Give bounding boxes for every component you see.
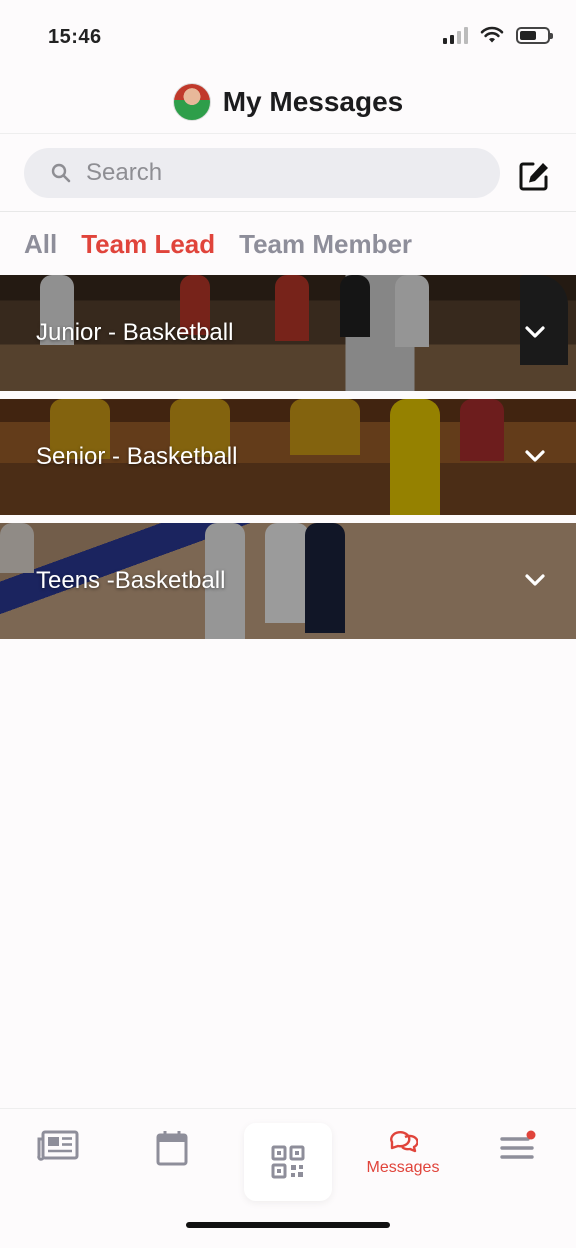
group-item-junior-basketball[interactable]: Junior - Basketball	[0, 275, 576, 391]
filter-tabs: All Team Lead Team Member	[0, 213, 576, 275]
nav-messages-label: Messages	[366, 1159, 440, 1176]
group-title: Junior - Basketball	[36, 319, 234, 346]
home-indicator	[186, 1222, 390, 1228]
wifi-icon	[480, 26, 504, 43]
nav-menu[interactable]	[470, 1129, 566, 1199]
nav-calendar[interactable]	[124, 1129, 220, 1199]
search-row	[0, 134, 576, 212]
tab-team-member[interactable]: Team Member	[239, 229, 412, 260]
avatar[interactable]	[172, 82, 211, 121]
qr-code-icon	[271, 1145, 305, 1179]
cellular-signal-icon	[443, 26, 468, 44]
group-title: Teens -Basketball	[36, 567, 226, 594]
qr-code-button[interactable]	[244, 1123, 332, 1201]
page-title: My Messages	[222, 85, 404, 117]
menu-icon	[500, 1130, 536, 1159]
nav-messages[interactable]: Messages	[355, 1129, 451, 1199]
chevron-down-icon[interactable]	[522, 567, 548, 593]
compose-icon	[519, 162, 548, 191]
status-icons	[443, 26, 553, 44]
calendar-icon	[156, 1131, 188, 1166]
header: My Messages	[0, 70, 576, 134]
group-item-senior-basketball[interactable]: Senior - Basketball	[0, 399, 576, 515]
newspaper-icon	[37, 1130, 79, 1161]
chevron-down-icon[interactable]	[522, 443, 548, 469]
nav-news[interactable]	[10, 1129, 106, 1199]
chevron-down-icon[interactable]	[522, 319, 548, 345]
tab-team-lead[interactable]: Team Lead	[81, 229, 215, 260]
search-icon	[51, 163, 71, 183]
search-box[interactable]	[24, 148, 500, 198]
group-item-teens-basketball[interactable]: Teens -Basketball	[0, 523, 576, 639]
notification-dot	[526, 1130, 536, 1140]
status-bar: 15:46	[0, 0, 576, 70]
status-time: 15:46	[48, 26, 102, 48]
group-title: Senior - Basketball	[36, 443, 238, 470]
search-input[interactable]	[86, 159, 446, 187]
group-list: Junior - Basketball Senior - Basketball …	[0, 275, 576, 647]
battery-icon	[516, 26, 553, 44]
compose-button[interactable]	[514, 156, 554, 196]
chat-bubbles-icon	[390, 1131, 418, 1153]
tab-all[interactable]: All	[24, 229, 57, 260]
